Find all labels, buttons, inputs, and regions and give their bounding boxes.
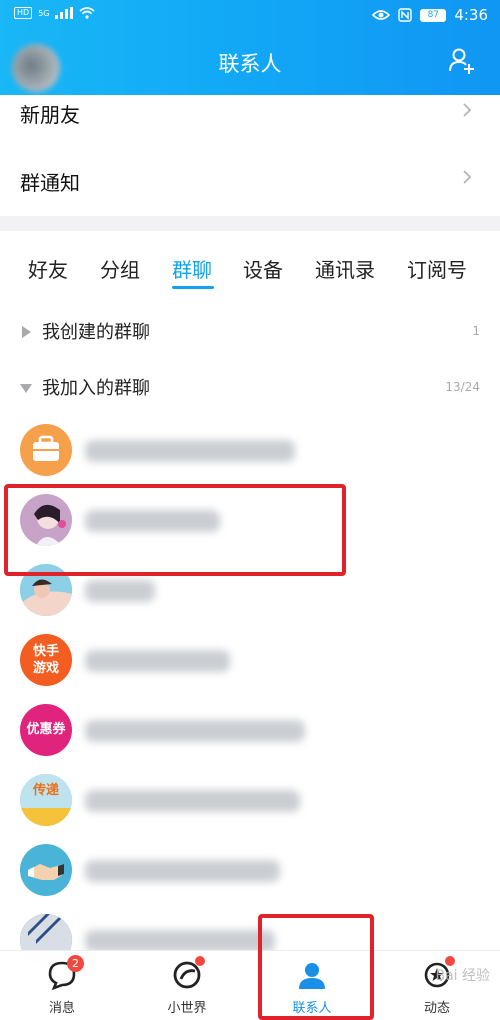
bottom-nav: 2 消息 小世界 联系人 动态 Bai 经验 xyxy=(0,950,500,1020)
small-world-icon xyxy=(171,956,205,991)
list-item[interactable]: 快手 游戏 xyxy=(0,624,500,696)
clock: 4:36 xyxy=(454,6,488,24)
active-tab-indicator xyxy=(172,286,214,289)
handshake-icon xyxy=(20,844,72,896)
battery-icon: 87 xyxy=(420,8,447,22)
list-item[interactable] xyxy=(0,414,500,486)
nav-messages[interactable]: 2 消息 xyxy=(22,955,102,1016)
tab-groups[interactable]: 分组 xyxy=(100,254,140,283)
section-label: 我加入的群聊 xyxy=(42,378,150,399)
list-item[interactable] xyxy=(0,834,500,906)
nav-small-world[interactable]: 小世界 xyxy=(147,956,227,1016)
nfc-icon xyxy=(398,8,413,22)
group-notice-row[interactable]: 群通知 xyxy=(0,145,500,217)
tab-address-book[interactable]: 通讯录 xyxy=(315,254,375,283)
icon-text: 传递 xyxy=(32,783,59,798)
watermark: Bai 经验 xyxy=(435,968,490,984)
status-bar: HD 5G 87 4:36 xyxy=(0,0,500,30)
expanded-arrow-icon xyxy=(20,384,32,393)
new-friends-label: 新朋友 xyxy=(20,103,80,127)
list-item[interactable]: 优惠券 xyxy=(0,694,500,766)
group-name-redacted xyxy=(85,720,305,742)
group-notice-label: 群通知 xyxy=(20,171,80,195)
icon-text: 快手 游戏 xyxy=(32,644,59,676)
unread-badge: 2 xyxy=(67,955,84,972)
nav-label: 动态 xyxy=(423,1001,450,1016)
divider xyxy=(0,216,500,231)
relay-icon: 传递 xyxy=(20,774,72,826)
coupon-icon: 优惠券 xyxy=(20,704,72,756)
section-count: 13/24 xyxy=(445,380,480,394)
contact-tabs: 好友 分组 群聊 设备 通讯录 订阅号 xyxy=(0,246,500,292)
chat-bubble-icon: 2 xyxy=(46,955,84,991)
tab-group-chats[interactable]: 群聊 xyxy=(172,254,212,283)
icon-text: 优惠券 xyxy=(26,722,66,737)
signal-type: 5G xyxy=(38,8,50,18)
collapsed-arrow-icon xyxy=(22,326,31,338)
chevron-right-icon xyxy=(463,103,472,117)
highlight-box-group-item xyxy=(4,484,346,576)
list-item[interactable]: 传递 xyxy=(0,764,500,836)
kuaishou-game-icon: 快手 游戏 xyxy=(20,634,72,686)
tab-devices[interactable]: 设备 xyxy=(243,254,283,283)
section-label: 我创建的群聊 xyxy=(42,322,150,343)
group-name-redacted xyxy=(85,860,280,882)
nav-label: 小世界 xyxy=(167,1001,207,1016)
group-name-redacted xyxy=(85,930,275,952)
chevron-right-icon xyxy=(463,170,472,184)
highlight-box-contacts-nav xyxy=(258,914,374,1020)
notification-dot xyxy=(195,956,205,966)
section-count: 1 xyxy=(472,324,480,338)
tab-friends[interactable]: 好友 xyxy=(28,254,68,283)
add-friend-icon[interactable] xyxy=(448,47,476,75)
page-title: 联系人 xyxy=(218,52,282,76)
group-name-redacted xyxy=(85,440,295,462)
wifi-icon xyxy=(79,7,96,19)
app-header: HD 5G 87 4:36 联系人 xyxy=(0,0,500,95)
group-name-redacted xyxy=(85,580,155,602)
nav-label: 消息 xyxy=(48,1001,75,1016)
joined-groups-section[interactable]: 我加入的群聊 13/24 xyxy=(0,368,500,408)
group-name-redacted xyxy=(85,790,300,812)
briefcase-icon xyxy=(20,424,72,476)
tab-subscriptions[interactable]: 订阅号 xyxy=(407,254,467,283)
eye-icon xyxy=(372,10,391,20)
signal-icon xyxy=(55,7,74,19)
network-type: HD xyxy=(14,7,33,19)
created-groups-section[interactable]: 我创建的群聊 1 xyxy=(0,312,500,352)
group-name-redacted xyxy=(85,650,230,672)
